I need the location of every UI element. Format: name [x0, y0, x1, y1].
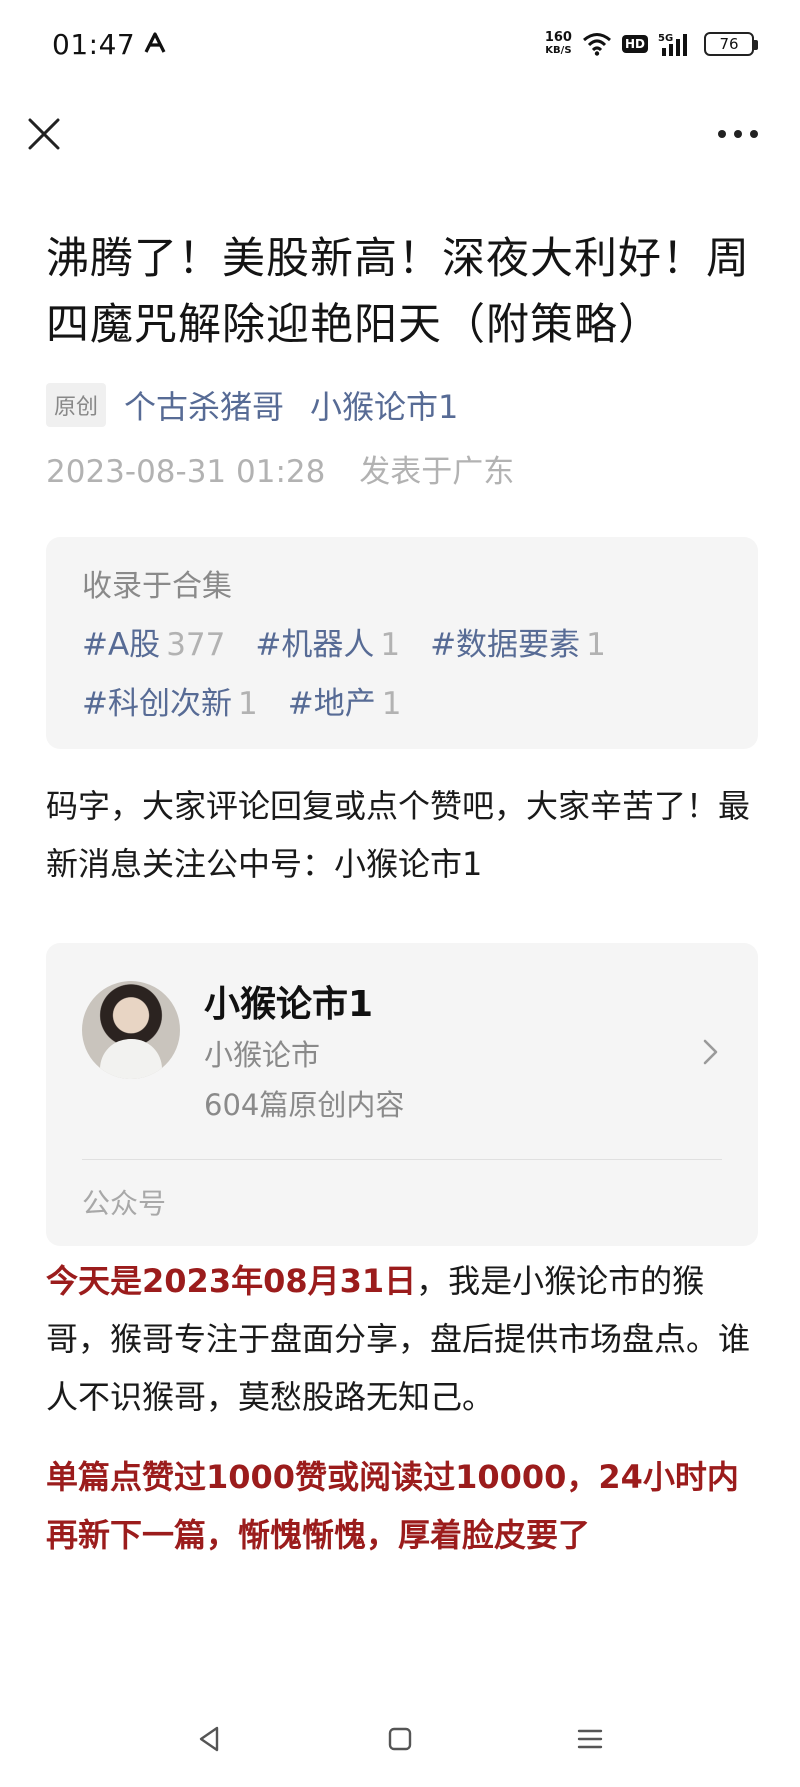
account-article-count: 604篇原创内容 — [204, 1088, 405, 1122]
collection-tag[interactable]: #地产 1 — [288, 678, 402, 723]
account-card-footer: 公众号 — [82, 1187, 167, 1220]
original-badge: 原创 — [46, 383, 107, 427]
collection-tag[interactable]: #科创次新 1 — [82, 678, 258, 723]
collection-title: 收录于合集 — [82, 569, 232, 604]
publish-date: 2023-08-31 01:28 — [46, 454, 326, 490]
system-nav-bar — [0, 1691, 800, 1787]
wifi-icon — [583, 33, 611, 56]
account-desc: 小猴论市 — [204, 1038, 321, 1072]
status-bar: 01:47 160 KB/S HD 5G 76 — [0, 0, 800, 96]
publish-location: 发表于广东 — [359, 454, 515, 490]
back-triangle-icon — [199, 1726, 219, 1752]
publish-info: 2023-08-31 01:28 发表于广东 — [46, 446, 758, 491]
recents-button[interactable] — [495, 1709, 685, 1769]
status-icons: 160 KB/S HD 5G 76 — [544, 26, 758, 62]
body-paragraph-1: 今天是2023年08月31日，我是小猴论市的猴哥，猴哥专注于盘面分享，盘后提供市… — [46, 1262, 751, 1416]
article-meta: 原创 个古杀猪哥 小猴论市1 — [46, 382, 758, 428]
account-link[interactable]: 小猴论市1 — [310, 382, 458, 428]
collection-tag[interactable]: #数据要素 1 — [430, 619, 606, 664]
app-notification-icon — [144, 32, 166, 53]
collection-tags: #A股 377 #机器人 1 #数据要素 1 #科创次新 1 #地产 1 — [82, 619, 722, 723]
chevron-right-icon — [703, 1039, 718, 1065]
signal-5g-icon: 5G — [658, 33, 687, 56]
account-card[interactable]: 小猴论市1 小猴论市 604篇原创内容 公众号 — [46, 943, 758, 1246]
menu-lines-icon — [577, 1729, 603, 1749]
avatar — [82, 981, 180, 1079]
home-square-icon — [388, 1727, 412, 1751]
account-info: 小猴论市1 小猴论市 604篇原创内容 — [204, 981, 404, 1127]
collection-box: 收录于合集 #A股 377 #机器人 1 #数据要素 1 #科创次新 1 #地产 1 — [46, 537, 758, 749]
home-button[interactable] — [305, 1709, 495, 1769]
collection-tag[interactable]: #A股 377 — [82, 619, 225, 664]
article-title: 沸腾了！美股新高！深夜大利好！周四魔咒解除迎艳阳天（附策略） — [46, 234, 750, 350]
battery-indicator: 76 — [704, 32, 758, 56]
intro-paragraph: 码字，大家评论回复或点个赞吧，大家辛苦了！最新消息关注公中号：小猴论市1 — [46, 787, 751, 883]
nav-bar — [0, 96, 800, 172]
author-link[interactable]: 个古杀猪哥 — [124, 382, 284, 428]
close-icon[interactable] — [24, 114, 64, 154]
status-time: 01:47 — [52, 28, 136, 61]
account-name: 小猴论市1 — [204, 984, 374, 1025]
hd-badge: HD — [621, 35, 648, 53]
body-paragraph-2: 单篇点赞过1000赞或阅读过10000，24小时内再新下一篇，惭愧惭愧，厚着脸皮… — [46, 1458, 739, 1554]
more-options-icon[interactable] — [716, 118, 760, 150]
account-card-main: 小猴论市1 小猴论市 604篇原创内容 — [82, 981, 722, 1160]
article: 沸腾了！美股新高！深夜大利好！周四魔咒解除迎艳阳天（附策略） 原创 个古杀猪哥 … — [46, 226, 758, 1564]
svg-text:5G: 5G — [658, 33, 673, 44]
back-button[interactable] — [115, 1709, 305, 1769]
collection-tag[interactable]: #机器人 1 — [255, 619, 400, 664]
net-speed: 160 KB/S — [544, 30, 572, 56]
